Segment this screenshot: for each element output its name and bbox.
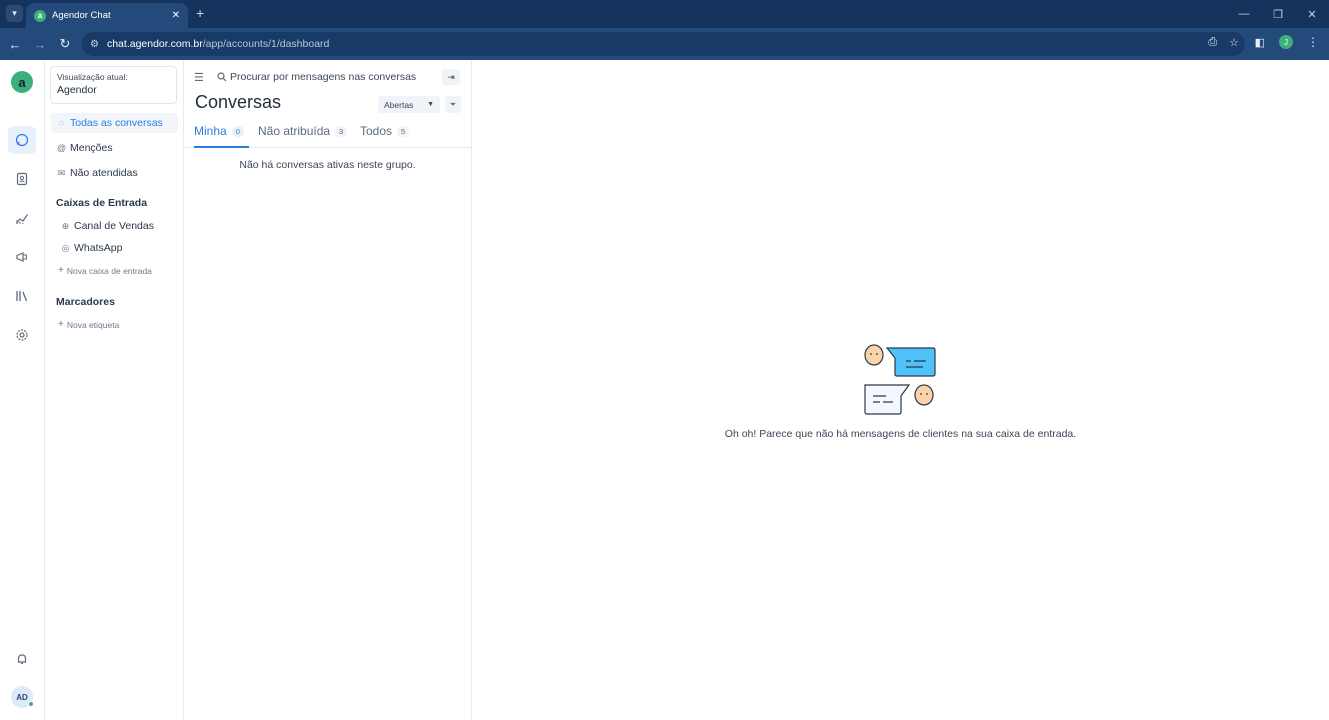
close-window-icon[interactable]: ✕ bbox=[1295, 0, 1329, 28]
new-tab-button[interactable]: + bbox=[196, 5, 204, 21]
at-icon: @ bbox=[57, 143, 67, 153]
url-path: /app/accounts/1/dashboard bbox=[202, 38, 330, 50]
tab-title: Agendor Chat bbox=[52, 10, 111, 21]
tab-count: 0 bbox=[231, 126, 244, 137]
page-title: Conversas bbox=[195, 92, 282, 112]
sidebar-item-canal-de-vendas[interactable]: ⊕ Canal de Vendas bbox=[55, 216, 182, 236]
secondary-sidebar: Visualização atual: Agendor ◌ Todas as c… bbox=[45, 60, 184, 720]
agendor-logo[interactable]: a bbox=[11, 71, 33, 93]
tab-all[interactable]: Todos 5 bbox=[360, 124, 410, 148]
tab-close-icon[interactable]: ✕ bbox=[172, 10, 180, 21]
primary-rail: a AD bbox=[0, 60, 45, 720]
browser-toolbar: ← → ↻ ⚙ chat.agendor.com.br /app/account… bbox=[0, 28, 1329, 60]
forward-icon[interactable]: → bbox=[31, 35, 49, 53]
sidebar-item-all-conversations[interactable]: ◌ Todas as conversas bbox=[51, 113, 178, 133]
status-filter-select[interactable]: Abertas ▼ bbox=[378, 96, 440, 113]
campaigns-icon[interactable] bbox=[8, 243, 36, 271]
collapse-list-icon[interactable]: ⇥ bbox=[442, 69, 460, 85]
tab-label: Minha bbox=[194, 124, 227, 138]
new-inbox-label: Nova caixa de entrada bbox=[66, 265, 152, 276]
tab-unassigned[interactable]: Não atribuída 3 bbox=[258, 124, 348, 148]
sidebar-item-label: Todas as conversas bbox=[70, 117, 163, 129]
tab-count: 3 bbox=[335, 126, 348, 137]
envelope-icon: ✉ bbox=[57, 167, 66, 178]
labels-heading: Marcadores bbox=[56, 296, 115, 308]
bell-icon[interactable] bbox=[8, 645, 36, 673]
contacts-icon[interactable] bbox=[8, 165, 36, 193]
side-panel-icon[interactable]: ◧ bbox=[1255, 36, 1265, 49]
browser-menu-icon[interactable]: ⋮ bbox=[1307, 35, 1319, 49]
account-switcher[interactable]: Visualização atual: Agendor bbox=[50, 66, 177, 104]
tab-count: 5 bbox=[397, 126, 410, 137]
bookmark-star-icon[interactable]: ☆ bbox=[1229, 36, 1239, 49]
chat-bubble-icon: ◌ bbox=[58, 118, 65, 128]
settings-icon[interactable] bbox=[8, 321, 36, 349]
conversation-list-panel: ☰ ⇥ Conversas Abertas ▼ ⏷ Minha 0 Não at… bbox=[184, 60, 472, 720]
reports-icon[interactable] bbox=[8, 204, 36, 232]
globe-icon: ⊕ bbox=[61, 220, 70, 231]
install-app-icon[interactable]: ⎙ bbox=[1208, 36, 1217, 49]
back-icon[interactable]: ← bbox=[6, 35, 24, 53]
main-panel: Oh oh! Parece que não há mensagens de cl… bbox=[472, 60, 1329, 720]
status-filter-value: Abertas bbox=[384, 99, 414, 110]
library-icon[interactable] bbox=[8, 282, 36, 310]
sidebar-item-label: WhatsApp bbox=[74, 242, 123, 254]
conversation-tabs: Minha 0 Não atribuída 3 Todos 5 bbox=[184, 122, 471, 148]
empty-state-message: Oh oh! Parece que não há mensagens de cl… bbox=[724, 428, 1077, 440]
browser-tabbar: ▾ a Agendor Chat ✕ + — ❐ ✕ bbox=[0, 0, 1329, 28]
chevron-down-icon: ▼ bbox=[427, 101, 434, 108]
site-info-icon[interactable]: ⚙ bbox=[90, 39, 99, 50]
inboxes-heading: Caixas de Entrada bbox=[56, 197, 148, 209]
tab-label: Todos bbox=[360, 124, 393, 138]
empty-chat-illustration bbox=[864, 344, 936, 415]
search-input[interactable] bbox=[230, 68, 438, 86]
restore-icon[interactable]: ❐ bbox=[1261, 0, 1295, 28]
menu-icon[interactable]: ☰ bbox=[194, 71, 204, 84]
minimize-icon[interactable]: — bbox=[1227, 0, 1261, 28]
browser-tab[interactable]: a Agendor Chat ✕ bbox=[26, 3, 188, 28]
chat-icon[interactable] bbox=[8, 126, 36, 154]
tab-label: Não atribuída bbox=[258, 124, 331, 138]
sidebar-item-label: Canal de Vendas bbox=[74, 220, 154, 232]
profile-avatar[interactable]: J bbox=[1279, 35, 1293, 49]
new-label-link[interactable]: + Nova etiqueta bbox=[58, 319, 119, 330]
sidebar-item-label: Menções bbox=[70, 142, 113, 154]
sidebar-item-mentions[interactable]: @ Menções bbox=[51, 138, 178, 158]
tab-mine[interactable]: Minha 0 bbox=[194, 124, 249, 148]
address-bar[interactable]: ⚙ chat.agendor.com.br /app/accounts/1/da… bbox=[82, 32, 1245, 56]
filter-icon[interactable]: ⏷ bbox=[445, 96, 461, 113]
window-controls: — ❐ ✕ bbox=[1227, 0, 1329, 28]
plus-icon: + bbox=[58, 319, 64, 330]
view-value: Agendor bbox=[57, 84, 97, 96]
sidebar-item-whatsapp[interactable]: ◎ WhatsApp bbox=[55, 238, 182, 258]
plus-icon: + bbox=[58, 265, 64, 276]
sidebar-item-label: Não atendidas bbox=[70, 167, 138, 179]
tab-favicon-icon: a bbox=[34, 9, 46, 22]
search-icon bbox=[217, 72, 227, 85]
empty-list-text: Não há conversas ativas neste grupo. bbox=[239, 159, 416, 171]
url-host: chat.agendor.com.br bbox=[106, 38, 203, 50]
whatsapp-icon: ◎ bbox=[61, 242, 70, 253]
online-status-dot bbox=[28, 701, 34, 707]
tab-search-button[interactable]: ▾ bbox=[6, 5, 23, 22]
app: a AD Visualização atual: Agendor ◌ Todas… bbox=[0, 60, 1329, 720]
view-label: Visualização atual: bbox=[57, 72, 128, 82]
new-label-label: Nova etiqueta bbox=[66, 319, 120, 330]
sidebar-item-unattended[interactable]: ✉ Não atendidas bbox=[51, 163, 178, 183]
new-inbox-link[interactable]: + Nova caixa de entrada bbox=[58, 265, 152, 276]
reload-icon[interactable]: ↻ bbox=[56, 35, 74, 53]
